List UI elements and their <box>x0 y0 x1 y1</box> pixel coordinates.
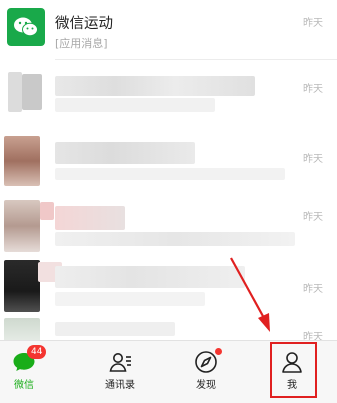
chat-item[interactable]: 昨天 <box>0 316 337 340</box>
subtitle-blur <box>55 98 215 112</box>
divider <box>55 59 337 60</box>
tab-discover[interactable]: 发现 <box>164 341 248 403</box>
contacts-icon <box>109 353 131 372</box>
avatar-blur <box>22 74 42 110</box>
subtitle-blur <box>55 168 285 180</box>
chat-subtitle: [应用消息] <box>55 37 108 50</box>
title-blur <box>55 322 175 336</box>
avatar <box>4 260 40 312</box>
title-blur <box>55 266 245 288</box>
subtitle-blur <box>55 292 205 306</box>
chat-item[interactable]: 昨天 <box>0 258 337 318</box>
chat-time: 昨天 <box>303 154 323 165</box>
tab-contacts[interactable]: 通讯录 <box>78 341 162 403</box>
chat-item[interactable]: 昨天 <box>0 196 337 258</box>
tab-label: 通讯录 <box>105 380 135 391</box>
chat-time: 昨天 <box>303 332 323 340</box>
subtitle-blur <box>55 232 295 246</box>
chat-item-wechat-sport[interactable]: 微信运动 [应用消息] 昨天 <box>0 0 337 60</box>
avatar <box>4 200 40 252</box>
title-blur <box>55 142 195 164</box>
avatar-blur <box>40 202 54 220</box>
wechat-sport-avatar <box>7 8 45 46</box>
unread-badge: 44 <box>27 345 47 359</box>
chat-list: 微信运动 [应用消息] 昨天 昨天 昨天 昨天 昨天 昨天 <box>0 0 337 340</box>
avatar <box>8 72 22 112</box>
avatar <box>4 136 40 186</box>
tab-label: 发现 <box>196 380 216 391</box>
chat-item[interactable]: 昨天 <box>0 62 337 124</box>
notification-dot <box>215 348 222 355</box>
wechat-logo-icon <box>14 17 38 37</box>
chat-time: 昨天 <box>303 18 323 29</box>
avatar <box>4 318 40 340</box>
title-blur <box>55 206 125 230</box>
chat-time: 昨天 <box>303 212 323 223</box>
highlight-box <box>270 342 317 398</box>
tab-chats[interactable]: 44 微信 <box>0 341 66 403</box>
chat-time: 昨天 <box>303 84 323 95</box>
tab-label: 微信 <box>14 380 34 391</box>
title-blur <box>55 76 255 96</box>
chat-time: 昨天 <box>303 284 323 295</box>
chat-title: 微信运动 <box>55 16 113 32</box>
chat-item[interactable]: 昨天 <box>0 130 337 192</box>
